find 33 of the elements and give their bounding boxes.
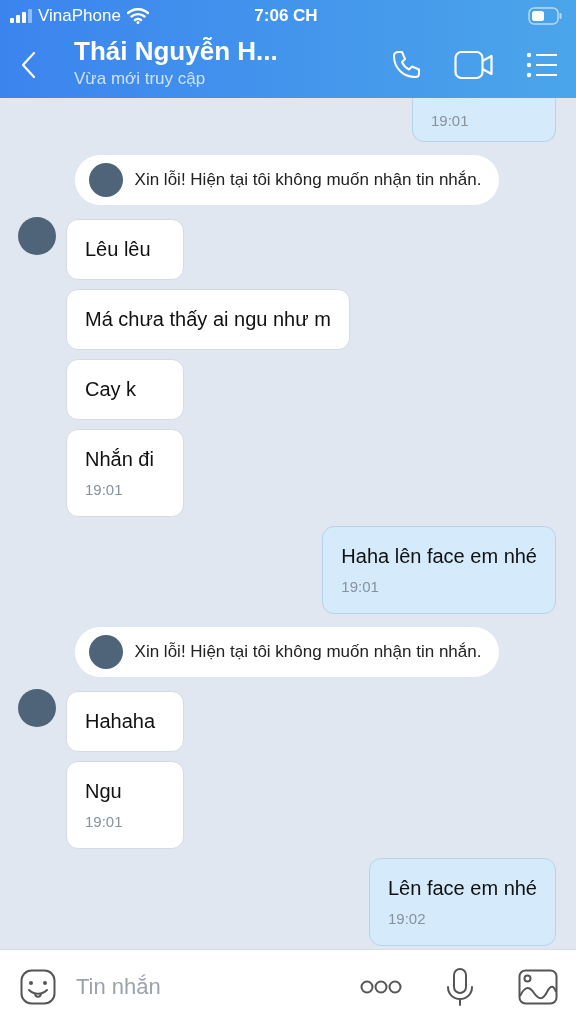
- message-text: Cay k: [85, 378, 138, 401]
- signal-icon: [10, 9, 32, 23]
- video-camera-icon: [454, 50, 494, 80]
- more-icon: [360, 980, 402, 994]
- carrier-name: VinaPhone: [38, 6, 121, 26]
- menu-icon: [526, 52, 558, 78]
- status-time: 7:06 CH: [254, 6, 318, 26]
- last-seen-status: Vừa mới truy cập: [74, 68, 207, 89]
- wifi-icon: [126, 8, 149, 24]
- message-time: 19:01: [431, 112, 470, 129]
- message-text: Má chưa thấy ai ngu như m: [85, 308, 331, 331]
- image-icon: [518, 969, 558, 1005]
- message-text: Lêu lêu: [85, 238, 152, 261]
- message-text: Haha lên face em nhé: [341, 545, 537, 568]
- message-text: Nhắn đi: [85, 448, 155, 471]
- contact-name: Thái Nguyễn H...: [74, 35, 279, 67]
- microphone-icon: [446, 968, 474, 1006]
- message-time: 19:01: [341, 578, 380, 595]
- message-text: Ngu: [85, 780, 123, 803]
- notice-text: Xin lỗi! Hiện tại tôi không muốn nhận tin nhắn.: [134, 170, 482, 190]
- notice-text: Xin lỗi! Hiện tại tôi không muốn nhận tin nhắn.: [134, 642, 482, 662]
- message-time: 19:02: [388, 910, 427, 927]
- message-time: 19:01: [85, 813, 124, 830]
- smiley-icon: [20, 969, 56, 1005]
- message-text: Hahaha: [85, 710, 157, 733]
- message-time: 19:01: [85, 481, 124, 498]
- message-input[interactable]: Tin nhắn: [74, 973, 342, 1001]
- avatar-photo-placeholder: [88, 635, 123, 669]
- avatar-photo-placeholder: [88, 163, 123, 197]
- battery-icon: [528, 7, 562, 25]
- message-text: Lên face em nhé: [388, 877, 537, 900]
- back-icon: [20, 51, 36, 79]
- phone-icon: [390, 49, 422, 81]
